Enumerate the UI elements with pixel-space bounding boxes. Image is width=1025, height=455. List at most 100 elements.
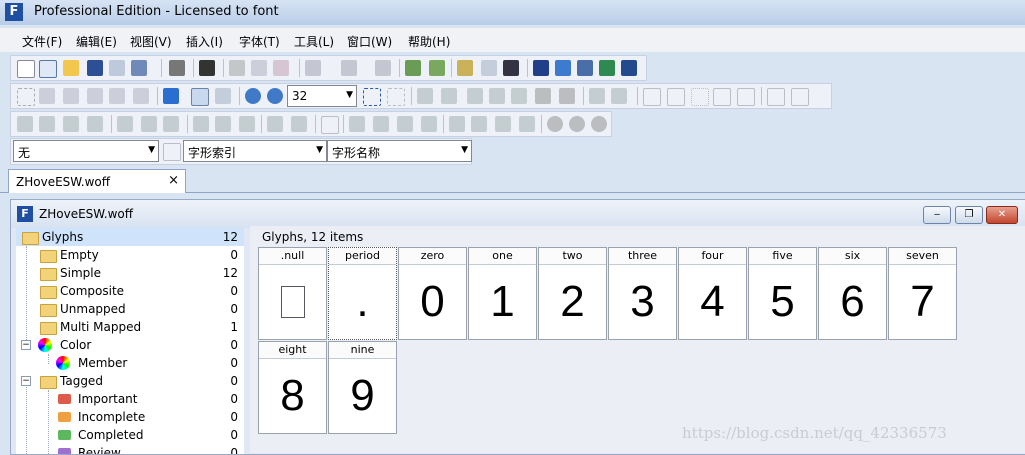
- glyph-cell-six[interactable]: six 6: [818, 247, 887, 340]
- glyph-cell-nine[interactable]: nine 9: [328, 341, 397, 434]
- tree-item-tagged[interactable]: − Tagged 0: [16, 372, 244, 390]
- close-window-button[interactable]: ✕: [986, 206, 1018, 224]
- undo-icon[interactable]: [305, 60, 321, 76]
- glyph-cell-one[interactable]: one 1: [468, 247, 537, 340]
- mirror-left-icon[interactable]: [449, 116, 465, 132]
- paste-icon[interactable]: [273, 60, 289, 76]
- select-icon[interactable]: [17, 88, 35, 106]
- new-file-icon[interactable]: [17, 60, 35, 78]
- open-folder-icon[interactable]: [63, 60, 79, 76]
- refresh-glyph-icon[interactable]: [421, 116, 437, 132]
- add-glyph-icon[interactable]: [405, 60, 421, 76]
- tag-icon[interactable]: [397, 116, 413, 132]
- glyph-name-select[interactable]: 字形名称 ▼: [327, 140, 472, 162]
- menu-file[interactable]: 文件(F): [22, 33, 62, 50]
- grid-toggle-icon[interactable]: [191, 88, 209, 106]
- arrow-icon[interactable]: [417, 88, 433, 104]
- refresh-icon[interactable]: [375, 60, 391, 76]
- tab-zhoveesw[interactable]: ZHoveESW.woff ×: [8, 169, 186, 193]
- rectangle-icon[interactable]: [535, 88, 551, 104]
- glyph-cell-four[interactable]: four 4: [678, 247, 747, 340]
- brush-icon[interactable]: [109, 88, 125, 104]
- group-icon[interactable]: [63, 116, 79, 132]
- minimize-button[interactable]: ‒: [923, 206, 951, 224]
- new-window-icon[interactable]: [39, 60, 57, 78]
- chart-icon[interactable]: [215, 88, 231, 104]
- glyph-window-icon[interactable]: [577, 60, 593, 76]
- prev-icon[interactable]: [589, 88, 605, 104]
- align-right-icon[interactable]: [163, 116, 179, 132]
- node-icon[interactable]: [441, 88, 457, 104]
- tree-item-incomplete[interactable]: Incomplete 0: [16, 408, 244, 426]
- info-icon[interactable]: [621, 60, 637, 76]
- filter-icon[interactable]: [163, 143, 181, 161]
- glyph-cell-three[interactable]: three 3: [608, 247, 677, 340]
- layers-icon[interactable]: [791, 88, 809, 106]
- weight-icon[interactable]: [713, 88, 731, 106]
- connect-icon[interactable]: [767, 88, 785, 106]
- glyph-cell-period[interactable]: period .: [328, 247, 397, 340]
- bounds-icon[interactable]: [691, 88, 709, 106]
- menu-view[interactable]: 视图(V): [130, 33, 172, 50]
- check-icon[interactable]: [555, 60, 571, 76]
- subtract-icon[interactable]: [591, 116, 607, 132]
- tree-item-important[interactable]: Important 0: [16, 390, 244, 408]
- menu-font[interactable]: 字体(T): [239, 33, 280, 50]
- glyph-cell-null[interactable]: .null: [258, 247, 327, 340]
- align-left-icon[interactable]: [117, 116, 133, 132]
- zoom-out-icon[interactable]: [267, 88, 283, 104]
- align-top-icon[interactable]: [193, 116, 209, 132]
- menu-tools[interactable]: 工具(L): [294, 33, 334, 50]
- zoom-in-icon[interactable]: [245, 88, 261, 104]
- tree-item-composite[interactable]: Composite 0: [16, 282, 244, 300]
- ungroup-icon[interactable]: [87, 116, 103, 132]
- menu-insert[interactable]: 插入(I): [186, 33, 223, 50]
- eraser-icon[interactable]: [133, 88, 149, 104]
- glyph-cell-eight[interactable]: eight 8: [258, 341, 327, 434]
- copy-shape-icon[interactable]: [17, 116, 33, 132]
- collapse-icon[interactable]: −: [21, 376, 31, 386]
- flip-icon[interactable]: [39, 116, 55, 132]
- web-icon[interactable]: [599, 60, 615, 76]
- pencil-icon[interactable]: [511, 88, 527, 104]
- glyph-cell-zero[interactable]: zero 0: [398, 247, 467, 340]
- tree-item-glyphs[interactable]: Glyphs 12: [16, 228, 244, 246]
- glyph-index-select[interactable]: 字形索引 ▼: [183, 140, 327, 162]
- fit-icon[interactable]: [363, 88, 381, 106]
- zoom-select[interactable]: 32 ▼: [287, 85, 357, 107]
- copy-icon[interactable]: [251, 60, 267, 76]
- tree-item-unmapped[interactable]: Unmapped 0: [16, 300, 244, 318]
- save-icon[interactable]: [87, 60, 103, 76]
- next-icon[interactable]: [611, 88, 627, 104]
- align-center-icon[interactable]: [141, 116, 157, 132]
- preview-icon[interactable]: [533, 60, 549, 76]
- close-icon[interactable]: ×: [168, 173, 179, 188]
- color-picker-icon[interactable]: [163, 88, 179, 104]
- validate-icon[interactable]: [481, 60, 497, 76]
- collapse-icon[interactable]: −: [21, 340, 31, 350]
- filter-select[interactable]: 无 ▼: [13, 140, 159, 162]
- menu-window[interactable]: 窗口(W): [347, 33, 392, 50]
- triangle-icon[interactable]: [471, 116, 487, 132]
- metrics-icon[interactable]: [737, 88, 755, 106]
- settings-icon[interactable]: [373, 116, 389, 132]
- find-icon[interactable]: [199, 60, 215, 76]
- redo-icon[interactable]: [341, 60, 357, 76]
- save-all-icon[interactable]: [109, 60, 125, 76]
- frame-icon[interactable]: [321, 116, 339, 134]
- text-icon[interactable]: [503, 60, 519, 76]
- tree-item-empty[interactable]: Empty 0: [16, 246, 244, 264]
- tree-item-color[interactable]: − Color 0: [16, 336, 244, 354]
- glyph-cell-seven[interactable]: seven 7: [888, 247, 957, 340]
- glyph-cell-two[interactable]: two 2: [538, 247, 607, 340]
- cut-icon[interactable]: [229, 60, 245, 76]
- menu-help[interactable]: 帮助(H): [408, 33, 450, 50]
- rotate-icon[interactable]: [519, 116, 535, 132]
- restore-button[interactable]: ❐: [955, 206, 983, 224]
- mirror-right-icon[interactable]: [495, 116, 511, 132]
- crosshair-icon[interactable]: [667, 88, 685, 106]
- fill-icon[interactable]: [489, 88, 505, 104]
- diamond-icon[interactable]: [559, 88, 575, 104]
- glyph-cell-five[interactable]: five 5: [748, 247, 817, 340]
- tree-item-multi-mapped[interactable]: Multi Mapped 1: [16, 318, 244, 336]
